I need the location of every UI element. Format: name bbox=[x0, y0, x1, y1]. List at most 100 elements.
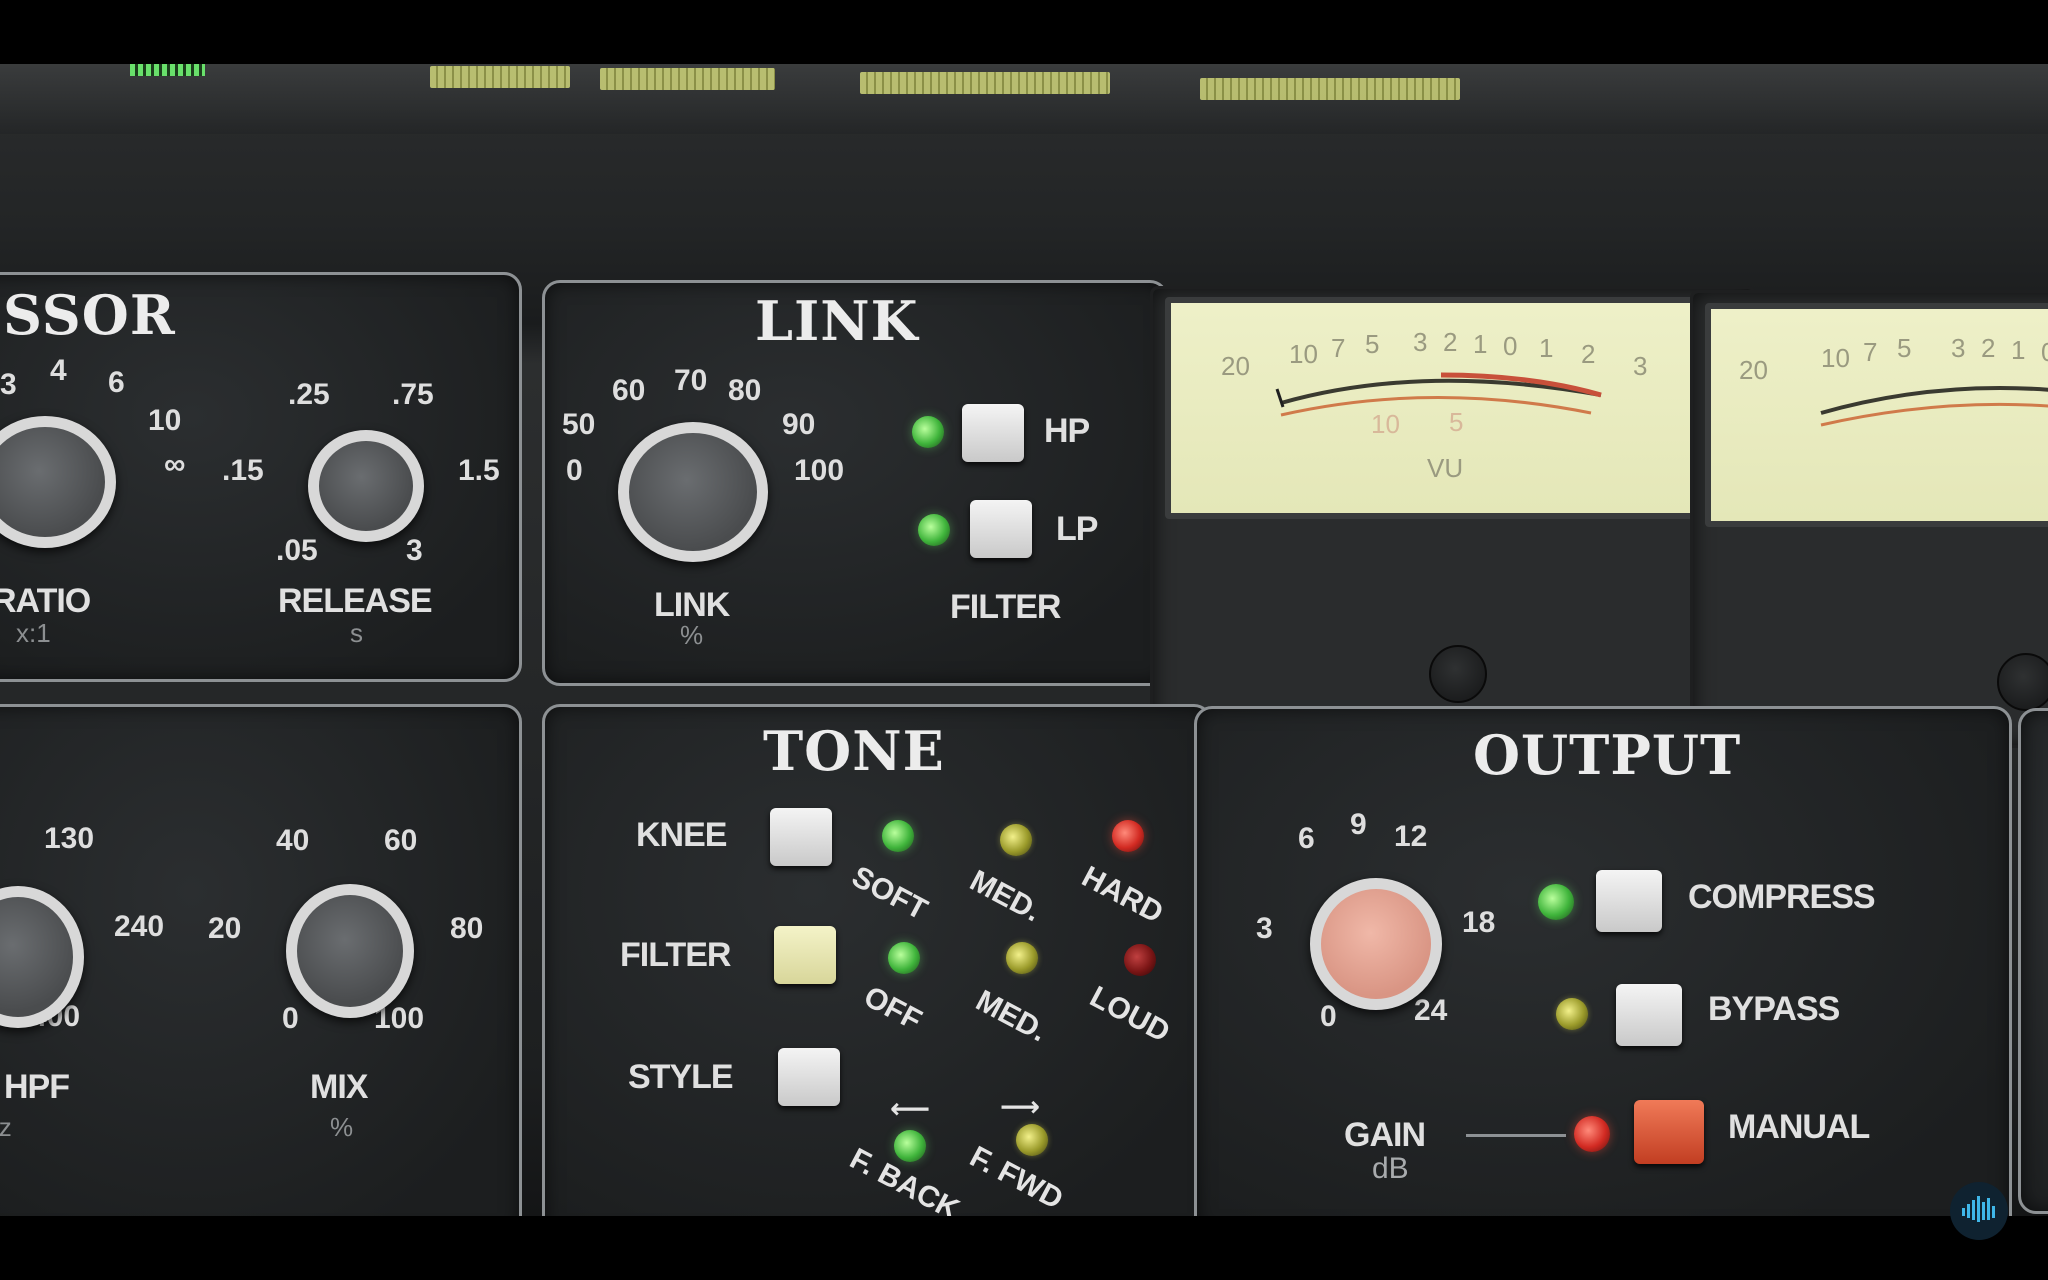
mix-knob[interactable] bbox=[286, 884, 414, 1018]
link-tick: 60 bbox=[612, 374, 646, 407]
vu-scale-mark: 3 bbox=[1413, 327, 1428, 357]
knee-hard-led bbox=[1112, 820, 1144, 852]
compress-led bbox=[1538, 884, 1574, 920]
lp-button[interactable] bbox=[970, 500, 1032, 558]
lp-label: LP bbox=[1056, 510, 1098, 548]
gain-tick: 9 bbox=[1350, 808, 1367, 841]
vu-scale-mark: 0 bbox=[2041, 337, 2048, 368]
release-tick: .05 bbox=[276, 534, 318, 567]
link-tick: 70 bbox=[674, 364, 708, 397]
vu-scale-mark: 1 bbox=[1473, 329, 1488, 359]
manual-button[interactable] bbox=[1634, 1100, 1704, 1164]
vu-scale-mark: 0 bbox=[1503, 331, 1518, 361]
ratio-tick: ∞ bbox=[164, 448, 186, 481]
vu-meter: 20 10 7 5 3 2 1 0 1 2 3 10 5 VU bbox=[1150, 286, 1756, 748]
style-ffwd-led bbox=[1016, 1124, 1048, 1156]
link-tick: 100 bbox=[794, 454, 845, 487]
hp-label: HP bbox=[1044, 412, 1090, 450]
link-knob-unit: % bbox=[680, 620, 704, 650]
vu-scale-mark: 2 bbox=[1581, 339, 1596, 369]
arrow-left-icon: ⟵ bbox=[890, 1093, 931, 1124]
knee-button[interactable] bbox=[770, 808, 832, 866]
vu-meter-face: 20 10 7 5 3 2 1 0 1 2 3 10 5 VU bbox=[1165, 297, 1707, 519]
vu-meter-face: 20 10 7 5 3 2 1 0 bbox=[1705, 303, 2048, 527]
bypass-label: BYPASS bbox=[1708, 990, 1840, 1028]
manual-led bbox=[1574, 1116, 1610, 1152]
vu-scale-mark: 7 bbox=[1863, 337, 1878, 367]
vu-scale-mark: 5 bbox=[1365, 329, 1380, 359]
gain-tick: 24 bbox=[1414, 994, 1448, 1027]
vu-zero-adjust-screw[interactable] bbox=[1429, 645, 1487, 703]
mix-tick: 40 bbox=[276, 824, 310, 857]
gain-tick: 0 bbox=[1320, 1000, 1337, 1033]
filter-label: FILTER bbox=[950, 588, 1061, 626]
gain-label: GAIN bbox=[1344, 1116, 1426, 1154]
tone-filter-label: FILTER bbox=[620, 936, 731, 974]
ratio-tick: 10 bbox=[148, 404, 182, 437]
gain-tick: 12 bbox=[1394, 820, 1428, 853]
level-meter bbox=[130, 64, 205, 76]
vu-scale-mark: 2 bbox=[1981, 333, 1996, 363]
tone-filter-button[interactable] bbox=[774, 926, 836, 984]
vu-scale-mark: 20 bbox=[1221, 351, 1250, 381]
vu-scale-mark: 10 bbox=[1371, 409, 1400, 439]
style-button[interactable] bbox=[778, 1048, 840, 1106]
knee-label: KNEE bbox=[636, 816, 727, 854]
panel-title: TONE bbox=[763, 719, 945, 783]
vu-scale-mark: 10 bbox=[1289, 339, 1318, 369]
ratio-tick: 3 bbox=[0, 368, 17, 401]
arrow-right-icon: ⟶ bbox=[1000, 1091, 1041, 1122]
release-tick: .15 bbox=[222, 454, 264, 487]
manual-label: MANUAL bbox=[1728, 1108, 1870, 1146]
panel-title: LINK bbox=[755, 289, 919, 353]
mix-label: MIX bbox=[310, 1068, 368, 1106]
hpf-label: HPF bbox=[4, 1068, 70, 1106]
gain-unit: dB bbox=[1372, 1152, 1409, 1185]
next-panel-edge bbox=[2018, 708, 2048, 1214]
style-label: STYLE bbox=[628, 1058, 734, 1096]
knee-med-led bbox=[1000, 824, 1032, 856]
vu-zero-adjust-screw[interactable] bbox=[1997, 653, 2048, 711]
hpf-tick: 130 bbox=[44, 822, 95, 855]
level-meter bbox=[860, 72, 1110, 94]
compress-label: COMPRESS bbox=[1688, 878, 1876, 916]
filter-loud-led bbox=[1124, 944, 1156, 976]
filter-med-led bbox=[1006, 942, 1038, 974]
knee-soft-led bbox=[882, 820, 914, 852]
release-label: RELEASE bbox=[278, 582, 433, 620]
link-knob[interactable] bbox=[618, 422, 768, 562]
release-tick: .75 bbox=[392, 378, 434, 411]
hp-button[interactable] bbox=[962, 404, 1024, 462]
waveform-icon bbox=[1962, 1196, 1995, 1222]
release-knob[interactable] bbox=[308, 430, 424, 542]
vu-meter: 20 10 7 5 3 2 1 0 bbox=[1690, 290, 2048, 748]
mix-tick: 80 bbox=[450, 912, 484, 945]
release-tick: .25 bbox=[288, 378, 330, 411]
vu-scale-mark: 1 bbox=[2011, 335, 2026, 365]
hp-led bbox=[912, 416, 944, 448]
vu-scale-mark: 3 bbox=[1633, 351, 1648, 381]
filter-off-led bbox=[888, 942, 920, 974]
hpf-unit: Hz bbox=[0, 1112, 12, 1142]
link-tick: 0 bbox=[566, 454, 583, 487]
vu-scale-mark: 2 bbox=[1443, 327, 1458, 357]
style-fback-led bbox=[894, 1130, 926, 1162]
vu-scale-mark: 3 bbox=[1951, 333, 1966, 363]
bypass-button[interactable] bbox=[1616, 984, 1682, 1046]
gain-knob[interactable] bbox=[1310, 878, 1442, 1010]
gain-tick: 18 bbox=[1462, 906, 1496, 939]
release-unit: s bbox=[350, 618, 363, 648]
link-tick: 80 bbox=[728, 374, 762, 407]
panel-title: SSOR bbox=[3, 283, 176, 347]
hpf-tick: 240 bbox=[114, 910, 165, 943]
bypass-led bbox=[1556, 998, 1588, 1030]
vu-scale-mark: 1 bbox=[1539, 333, 1554, 363]
top-meter-strip bbox=[0, 64, 2048, 134]
compress-button[interactable] bbox=[1596, 870, 1662, 932]
channel-logo bbox=[1950, 1182, 2008, 1240]
panel-title: OUTPUT bbox=[1473, 723, 1742, 787]
vu-scale-mark: 5 bbox=[1449, 407, 1464, 437]
ratio-unit: x:1 bbox=[16, 618, 51, 648]
vu-scale-arc bbox=[1820, 386, 2048, 427]
vu-scale-mark: 10 bbox=[1821, 343, 1850, 373]
